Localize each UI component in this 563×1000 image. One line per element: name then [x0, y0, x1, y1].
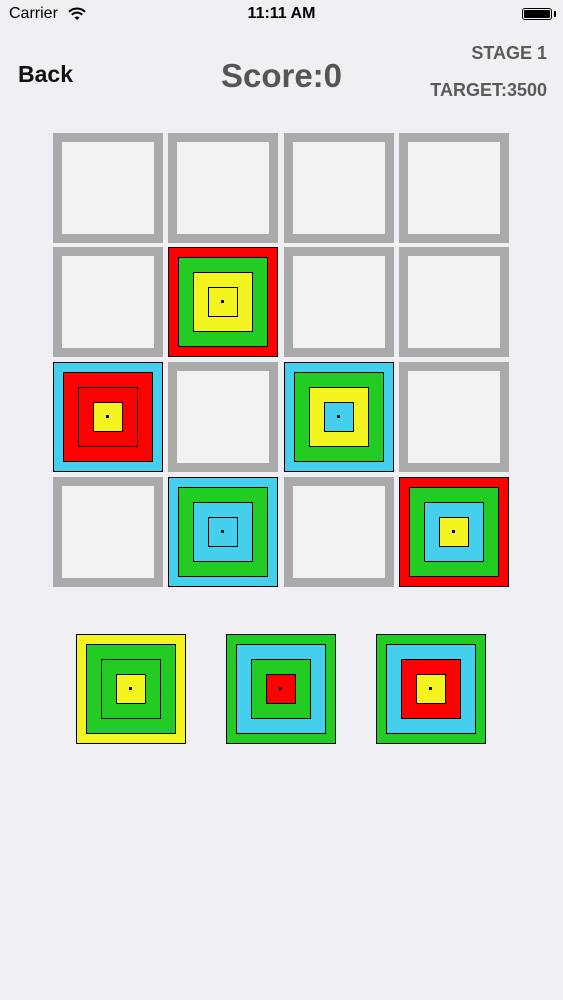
- status-bar: Carrier 11:11 AM: [0, 0, 563, 30]
- board-empty-slot[interactable]: [53, 477, 163, 587]
- battery-tip: [554, 11, 556, 17]
- battery-icon: [522, 8, 552, 20]
- piece-center-dot: [129, 687, 132, 690]
- board-piece: [399, 477, 509, 587]
- status-time: 11:11 AM: [247, 5, 316, 22]
- board-empty-slot[interactable]: [168, 362, 278, 472]
- piece-center-dot: [221, 530, 224, 533]
- board-piece: [168, 477, 278, 587]
- board-empty-slot[interactable]: [53, 133, 163, 243]
- board-empty-slot[interactable]: [284, 477, 394, 587]
- board-empty-slot[interactable]: [284, 247, 394, 357]
- tray-piece-1[interactable]: [76, 634, 186, 744]
- board-empty-slot[interactable]: [399, 247, 509, 357]
- board-piece: [53, 362, 163, 472]
- board-empty-slot[interactable]: [399, 362, 509, 472]
- board-empty-slot[interactable]: [53, 247, 163, 357]
- board-piece: [168, 247, 278, 357]
- piece-center-dot: [106, 415, 109, 418]
- piece-center-dot: [429, 687, 432, 690]
- piece-center-dot: [452, 530, 455, 533]
- piece-center-dot: [337, 415, 340, 418]
- target-label: TARGET:3500: [430, 80, 547, 100]
- piece-center-dot: [279, 687, 282, 690]
- tray-piece-3[interactable]: [376, 634, 486, 744]
- board-empty-slot[interactable]: [399, 133, 509, 243]
- board-empty-slot[interactable]: [284, 133, 394, 243]
- board-empty-slot[interactable]: [168, 133, 278, 243]
- board-piece: [284, 362, 394, 472]
- tray-piece-2[interactable]: [226, 634, 336, 744]
- piece-center-dot: [221, 300, 224, 303]
- stage-label: STAGE 1: [471, 43, 547, 63]
